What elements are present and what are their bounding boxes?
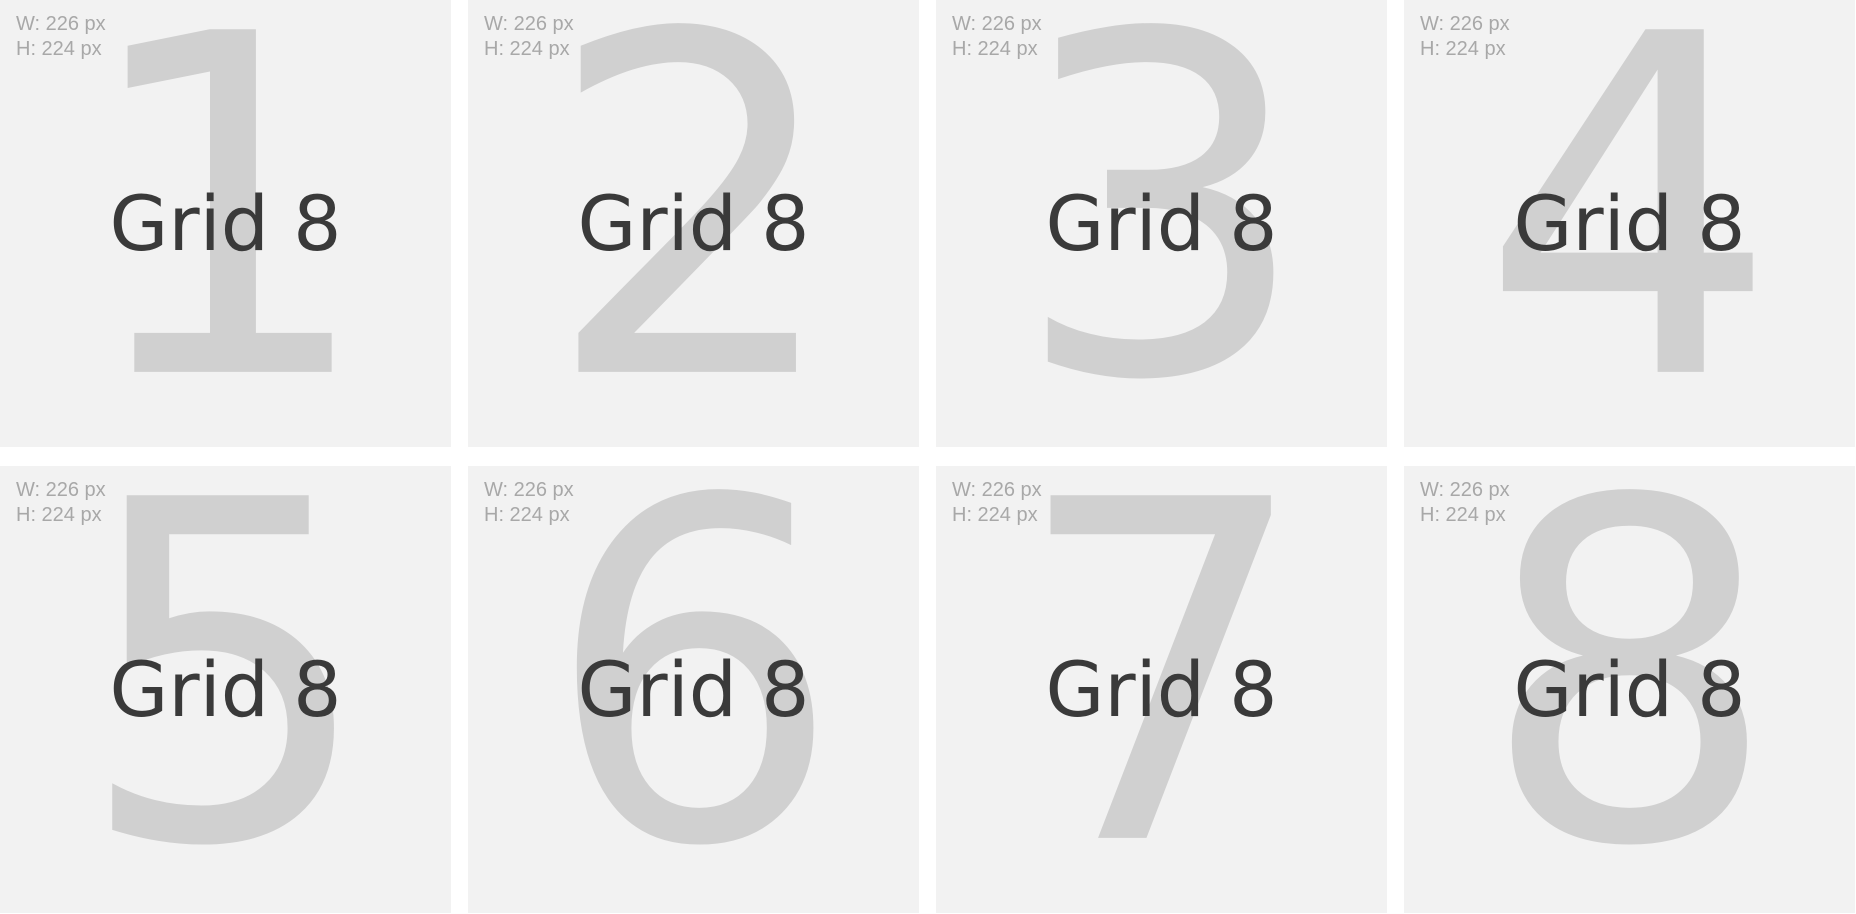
- cell-label: Grid 8: [1513, 178, 1746, 268]
- cell-height-text: H: 224 px: [16, 38, 102, 60]
- grid-cell-2: 2 W: 226 px H: 224 px Grid 8: [468, 0, 919, 447]
- cell-height-text: H: 224 px: [952, 504, 1038, 526]
- cell-height-text: H: 224 px: [1420, 504, 1506, 526]
- grid-cell-8: 8 W: 226 px H: 224 px Grid 8: [1404, 466, 1855, 913]
- cell-width-text: W: 226 px: [484, 13, 574, 35]
- cell-dimensions: W: 226 px H: 224 px: [952, 12, 1042, 62]
- cell-label: Grid 8: [109, 644, 342, 734]
- cell-dimensions: W: 226 px H: 224 px: [484, 12, 574, 62]
- cell-dimensions: W: 226 px H: 224 px: [484, 478, 574, 528]
- cell-width-text: W: 226 px: [484, 479, 574, 501]
- cell-dimensions: W: 226 px H: 224 px: [1420, 12, 1510, 62]
- grid-cell-1: 1 W: 226 px H: 224 px Grid 8: [0, 0, 451, 447]
- grid-cell-6: 6 W: 226 px H: 224 px Grid 8: [468, 466, 919, 913]
- cell-label: Grid 8: [577, 178, 810, 268]
- cell-label: Grid 8: [109, 178, 342, 268]
- cell-width-text: W: 226 px: [952, 479, 1042, 501]
- cell-height-text: H: 224 px: [952, 38, 1038, 60]
- cell-width-text: W: 226 px: [1420, 13, 1510, 35]
- cell-height-text: H: 224 px: [484, 504, 570, 526]
- cell-height-text: H: 224 px: [484, 38, 570, 60]
- cell-dimensions: W: 226 px H: 224 px: [1420, 478, 1510, 528]
- cell-dimensions: W: 226 px H: 224 px: [16, 478, 106, 528]
- cell-width-text: W: 226 px: [16, 13, 106, 35]
- grid-cell-3: 3 W: 226 px H: 224 px Grid 8: [936, 0, 1387, 447]
- cell-label: Grid 8: [1513, 644, 1746, 734]
- cell-height-text: H: 224 px: [16, 504, 102, 526]
- cell-width-text: W: 226 px: [952, 13, 1042, 35]
- cell-label: Grid 8: [577, 644, 810, 734]
- cell-dimensions: W: 226 px H: 224 px: [952, 478, 1042, 528]
- grid-container: 1 W: 226 px H: 224 px Grid 8 2 W: 226 px…: [0, 0, 1856, 914]
- cell-width-text: W: 226 px: [1420, 479, 1510, 501]
- cell-label: Grid 8: [1045, 644, 1278, 734]
- cell-dimensions: W: 226 px H: 224 px: [16, 12, 106, 62]
- grid-cell-4: 4 W: 226 px H: 224 px Grid 8: [1404, 0, 1855, 447]
- grid-cell-5: 5 W: 226 px H: 224 px Grid 8: [0, 466, 451, 913]
- cell-label: Grid 8: [1045, 178, 1278, 268]
- grid-cell-7: 7 W: 226 px H: 224 px Grid 8: [936, 466, 1387, 913]
- cell-width-text: W: 226 px: [16, 479, 106, 501]
- cell-height-text: H: 224 px: [1420, 38, 1506, 60]
